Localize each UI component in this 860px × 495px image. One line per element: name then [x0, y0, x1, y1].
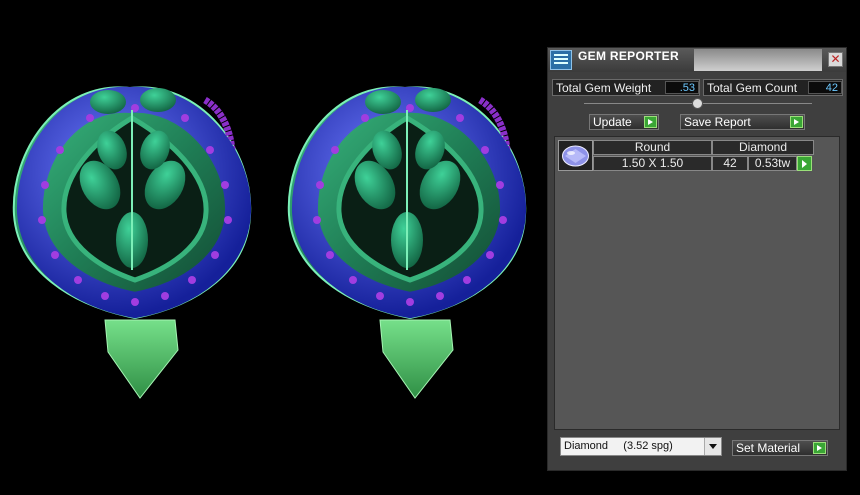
total-gem-count-label: Total Gem Count: [707, 81, 798, 95]
gem-reporter-app-icon: [550, 50, 572, 70]
save-report-button[interactable]: Save Report: [680, 114, 805, 130]
panel-title: GEM REPORTER: [578, 49, 679, 63]
close-icon: ✕: [830, 52, 841, 66]
gem-reporter-panel: GEM REPORTER ✕ Total Gem Weight .53 Tota…: [547, 47, 847, 471]
gem-row-play-button[interactable]: [797, 156, 812, 171]
earring-right[interactable]: [289, 87, 525, 398]
gem-weight: 0.53tw: [748, 156, 797, 171]
total-gem-weight-value: .53: [665, 81, 699, 94]
update-button[interactable]: Update: [589, 114, 659, 130]
save-report-button-label: Save Report: [684, 115, 751, 129]
material-select[interactable]: Diamond (3.52 spg): [560, 437, 722, 456]
3d-viewport[interactable]: [0, 0, 546, 495]
play-icon: [790, 116, 803, 128]
gem-list[interactable]: Round Diamond 1.50 X 1.50 42 0.53tw: [554, 136, 840, 430]
earring-models: [0, 0, 546, 495]
title-bar[interactable]: GEM REPORTER ✕: [548, 48, 846, 72]
divider-handle[interactable]: [692, 98, 703, 109]
close-button[interactable]: ✕: [828, 52, 843, 67]
round-gem-icon: [558, 140, 593, 171]
list-item[interactable]: Round Diamond 1.50 X 1.50 42 0.53tw: [558, 140, 814, 172]
chevron-down-icon[interactable]: [704, 438, 721, 455]
earring-left[interactable]: [14, 87, 250, 398]
play-icon: [813, 442, 826, 454]
total-gem-weight-label: Total Gem Weight: [556, 81, 652, 95]
gem-material: Diamond: [712, 140, 814, 155]
total-gem-count-value: 42: [808, 81, 842, 94]
material-select-value: Diamond (3.52 spg): [564, 440, 673, 452]
total-gem-weight: Total Gem Weight .53: [552, 79, 700, 96]
title-bar-strip: [694, 49, 822, 71]
set-material-button-label: Set Material: [736, 441, 801, 455]
total-gem-count: Total Gem Count 42: [703, 79, 843, 96]
set-material-button[interactable]: Set Material: [732, 440, 828, 456]
update-button-label: Update: [593, 115, 632, 129]
gem-size: 1.50 X 1.50: [593, 156, 712, 171]
gem-shape: Round: [593, 140, 712, 155]
gem-count: 42: [712, 156, 748, 171]
play-icon: [644, 116, 657, 128]
